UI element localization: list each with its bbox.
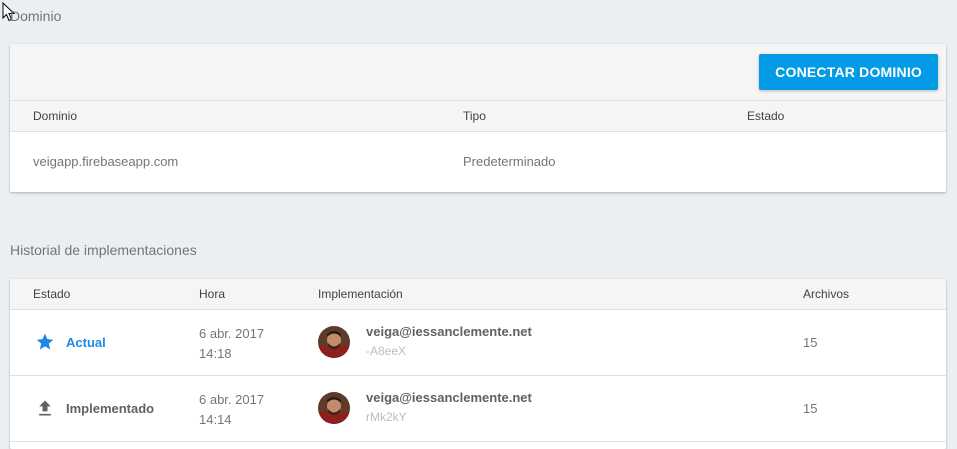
deployer-email: veiga@iessanclemente.net bbox=[366, 324, 532, 339]
files-count: 15 bbox=[803, 401, 818, 416]
history-section-title: Historial de implementaciones bbox=[10, 242, 197, 258]
column-header-deployment[interactable]: Implementación bbox=[318, 287, 403, 301]
time-text: 14:18 bbox=[199, 346, 232, 361]
table-row[interactable]: Actual 6 abr. 2017 14:18 veiga@iessancle… bbox=[10, 310, 946, 376]
history-table-header: Estado Hora Implementación Archivos bbox=[10, 279, 946, 310]
timestamp: 6 abr. 2017 14:18 bbox=[199, 324, 264, 364]
column-header-files[interactable]: Archivos bbox=[803, 287, 849, 301]
upload-icon bbox=[39, 400, 51, 416]
column-header-status[interactable]: Estado bbox=[33, 287, 70, 301]
history-card: Estado Hora Implementación Archivos Actu… bbox=[10, 279, 946, 449]
deployment-hash: rMk2kY bbox=[366, 410, 407, 424]
type-cell: Predeterminado bbox=[463, 154, 556, 169]
date-text: 6 abr. 2017 bbox=[199, 392, 265, 407]
domain-toolbar: CONECTAR DOMINIO bbox=[10, 44, 946, 101]
connect-domain-button[interactable]: CONECTAR DOMINIO bbox=[759, 54, 938, 90]
table-row[interactable]: Implementado 6 abr. 2017 14:14 veiga@ies… bbox=[10, 376, 946, 442]
avatar bbox=[318, 392, 350, 424]
date-text: 6 abr. 2017 bbox=[199, 326, 265, 341]
deployer-email: veiga@iessanclemente.net bbox=[366, 390, 532, 405]
column-header-domain[interactable]: Dominio bbox=[33, 109, 77, 123]
domain-cell: veigapp.firebaseapp.com bbox=[33, 154, 179, 169]
domain-card: CONECTAR DOMINIO Dominio Tipo Estado vei… bbox=[10, 44, 946, 192]
timestamp: 6 abr. 2017 14:14 bbox=[199, 390, 264, 430]
deployment-hash: -A8eeX bbox=[366, 344, 407, 358]
domain-table-header: Dominio Tipo Estado bbox=[10, 101, 946, 132]
time-text: 14:14 bbox=[199, 412, 232, 427]
table-row[interactable]: veigapp.firebaseapp.com Predeterminado bbox=[10, 132, 946, 192]
column-header-status[interactable]: Estado bbox=[747, 109, 784, 123]
status-label: Actual bbox=[66, 335, 106, 350]
avatar bbox=[318, 326, 350, 358]
status-label: Implementado bbox=[66, 401, 155, 416]
star-icon bbox=[36, 333, 54, 350]
column-header-time[interactable]: Hora bbox=[199, 287, 225, 301]
domain-section-title: Dominio bbox=[10, 8, 62, 24]
column-header-type[interactable]: Tipo bbox=[463, 109, 486, 123]
files-count: 15 bbox=[803, 335, 818, 350]
